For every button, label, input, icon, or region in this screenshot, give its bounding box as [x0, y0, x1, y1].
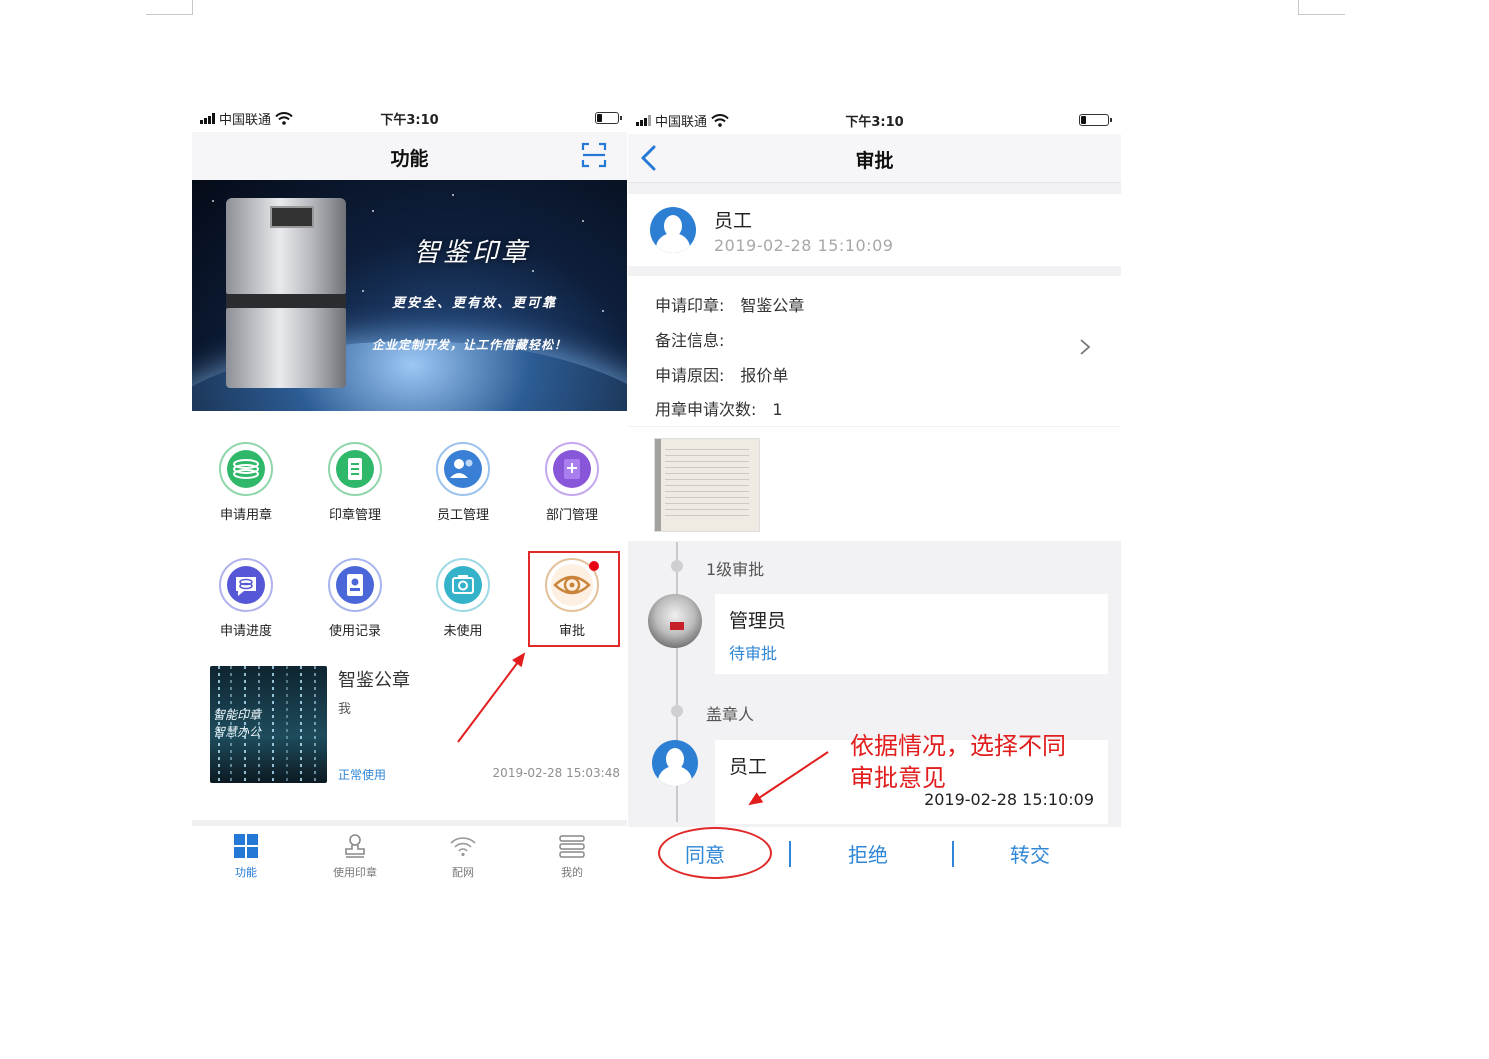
chevron-right-icon[interactable] — [1079, 338, 1091, 356]
annotation-text: 依据情况，选择不同 审批意见 — [850, 730, 1066, 794]
tab-network[interactable]: 配网 — [423, 832, 503, 880]
timeline-dot — [671, 705, 683, 717]
page-title: 功能 — [390, 148, 429, 170]
tab-mine[interactable]: 我的 — [532, 832, 612, 880]
seal-card[interactable]: 智能印章 智慧办公 智鉴公章 我 正常使用 2019-02-28 15:03:48 — [210, 666, 620, 786]
seal-date: 2019-02-28 15:03:48 — [492, 766, 620, 780]
tab-function[interactable]: 功能 — [206, 832, 286, 880]
applicant-avatar — [650, 207, 696, 253]
seal-device-image — [226, 198, 346, 388]
stamp-icon — [345, 834, 365, 858]
page-title: 审批 — [855, 150, 894, 172]
applicant-date: 2019-02-28 15:10:09 — [714, 236, 894, 255]
action-separator — [789, 841, 791, 867]
reject-button[interactable]: 拒绝 — [848, 839, 888, 868]
people-icon — [444, 450, 482, 488]
tab-label: 我的 — [561, 866, 583, 879]
stamper-name: 员工 — [729, 756, 768, 778]
stamper-avatar — [652, 740, 698, 786]
grid-label: 使用记录 — [328, 624, 381, 639]
product-banner: 智鉴印章 更安全、更有效、更可靠 企业定制开发，让工作借藏轻松！ — [192, 180, 627, 411]
chat-progress-icon — [227, 566, 265, 604]
grid-label: 申请用章 — [219, 508, 272, 523]
status-bar: 中国联通 下午3:10 — [628, 104, 1121, 134]
record-icon — [336, 566, 374, 604]
camera-icon — [444, 566, 482, 604]
grid-item-usage-record[interactable]: 使用记录 — [305, 558, 405, 658]
grid-label: 未使用 — [443, 624, 483, 639]
status-time: 下午3:10 — [845, 115, 904, 130]
grid-item-staff-management[interactable]: 员工管理 — [413, 442, 513, 542]
attachment-section — [628, 427, 1121, 541]
info-row-seal: 申请印章: 智鉴公章 — [655, 296, 805, 315]
info-row-count: 用章申请次数: 1 — [655, 400, 783, 419]
folder-plus-icon — [553, 450, 591, 488]
nav-bar: 功能 — [192, 132, 627, 181]
nav-bar: 审批 — [628, 134, 1121, 183]
grid-item-seal-management[interactable]: 印章管理 — [305, 442, 405, 542]
status-bar: 中国联通 下午3:10 — [192, 104, 627, 132]
menu-icon — [559, 835, 585, 858]
timeline-stamper-label: 盖章人 — [706, 705, 755, 724]
approver-avatar — [648, 594, 702, 648]
tab-use-seal[interactable]: 使用印章 — [315, 832, 395, 880]
grid-label: 印章管理 — [328, 508, 381, 523]
action-separator — [952, 841, 954, 867]
approver-status: 待审批 — [729, 644, 778, 663]
annotation-line2: 审批意见 — [850, 764, 946, 792]
agree-button[interactable]: 同意 — [685, 839, 725, 868]
annotation-line1: 依据情况，选择不同 — [850, 732, 1066, 760]
status-time: 下午3:10 — [380, 113, 439, 128]
thumb-caption: 智能印章 智慧办公 — [213, 708, 262, 739]
grid-item-apply-seal[interactable]: 申请用章 — [196, 442, 296, 542]
tab-bar: 功能 使用印章 配网 我的 — [192, 820, 627, 886]
grid-item-unused[interactable]: 未使用 — [413, 558, 513, 658]
grid-item-department-management[interactable]: 部门管理 — [522, 442, 622, 542]
crop-mark-top-left — [146, 0, 193, 15]
seal-thumbnail: 智能印章 智慧办公 — [210, 666, 327, 783]
tab-label: 功能 — [235, 866, 257, 879]
seal-name: 智鉴公章 — [338, 670, 410, 691]
approval-action-bar: 同意 拒绝 转交 — [628, 827, 1121, 886]
stack-icon — [227, 450, 265, 488]
wifi-icon — [450, 837, 476, 857]
grid-icon — [234, 834, 258, 858]
applicant-name: 员工 — [714, 210, 753, 232]
grid-label: 部门管理 — [545, 508, 598, 523]
battery-icon — [595, 112, 622, 124]
info-row-reason: 申请原因: 报价单 — [655, 366, 789, 385]
tab-label: 配网 — [452, 866, 474, 879]
timeline-level1-label: 1级审批 — [706, 560, 765, 579]
application-info-section[interactable]: 申请印章: 智鉴公章 备注信息: 申请原因: 报价单 用章申请次数: 1 — [628, 276, 1121, 426]
approver-card: 管理员 待审批 — [715, 594, 1108, 674]
crop-mark-top-right — [1298, 0, 1345, 15]
applicant-section: 员工 2019-02-28 15:10:09 — [628, 194, 1121, 266]
battery-icon — [1079, 114, 1112, 126]
function-screen: 中国联通 下午3:10 功能 智鉴印章 更安全、更有效、更可靠 企业定制开发，让… — [192, 104, 627, 886]
scan-icon[interactable] — [581, 142, 607, 168]
tab-label: 使用印章 — [333, 866, 377, 879]
banner-title: 智鉴印章 — [414, 238, 531, 268]
grid-label: 员工管理 — [436, 508, 489, 523]
seal-owner: 我 — [338, 702, 352, 717]
transfer-button[interactable]: 转交 — [1010, 839, 1050, 868]
seal-status: 正常使用 — [338, 768, 387, 782]
approval-highlight-box — [528, 551, 620, 647]
approval-notification-dot — [589, 561, 599, 571]
document-icon — [336, 450, 374, 488]
info-row-remark: 备注信息: — [655, 331, 725, 350]
banner-tagline: 企业定制开发，让工作借藏轻松！ — [372, 338, 568, 352]
document-photo[interactable] — [654, 438, 760, 532]
grid-label: 申请进度 — [219, 624, 272, 639]
timeline-dot — [671, 560, 683, 572]
grid-item-apply-progress[interactable]: 申请进度 — [196, 558, 296, 658]
approver-name: 管理员 — [729, 610, 787, 632]
banner-slogan: 更安全、更有效、更可靠 — [392, 296, 558, 311]
